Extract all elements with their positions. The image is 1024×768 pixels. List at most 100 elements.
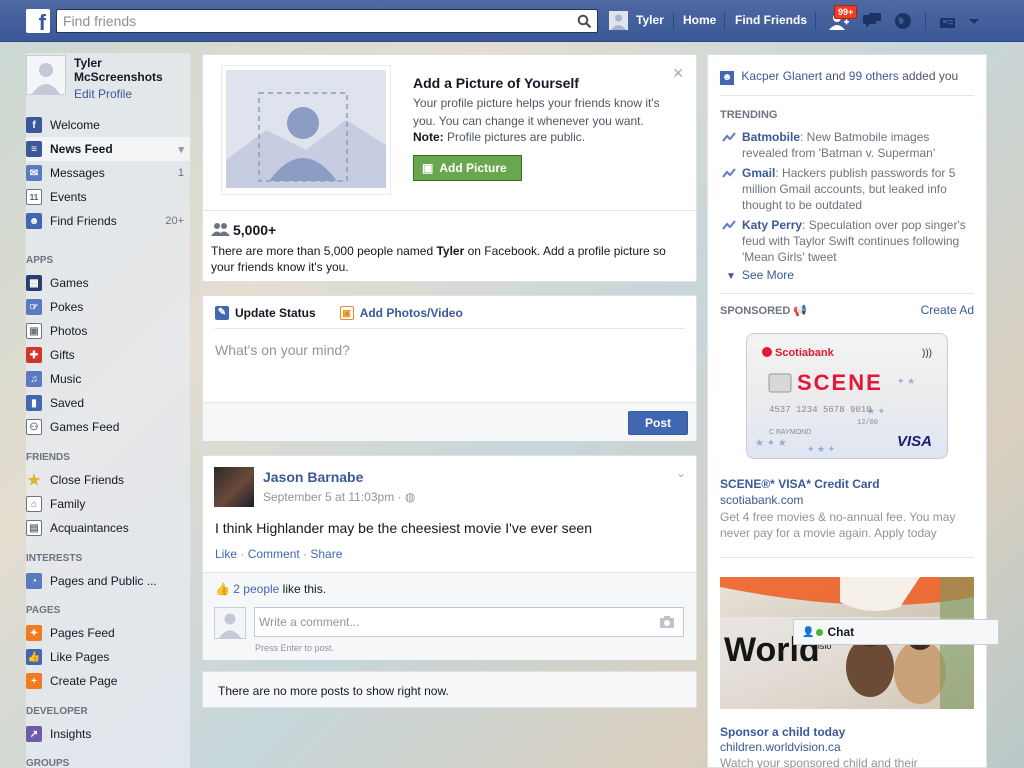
ad-url[interactable]: children.worldvision.ca bbox=[720, 740, 841, 754]
trending-item[interactable]: Gmail: Hackers publish passwords for 5 m… bbox=[720, 165, 976, 213]
divider bbox=[724, 12, 725, 30]
friend-requests-badge: 99+ bbox=[834, 5, 858, 19]
sidebar-item-messages[interactable]: ✉ Messages 1 bbox=[26, 161, 190, 185]
apps-heading[interactable]: APPS bbox=[26, 255, 53, 266]
sidebar-item-photos[interactable]: ▣ Photos bbox=[26, 319, 190, 343]
saved-icon: ▮ bbox=[26, 395, 42, 411]
like-icon: 👍 bbox=[26, 649, 42, 665]
sidebar-item-news-feed[interactable]: ≡ News Feed ▾ bbox=[26, 137, 190, 161]
sidebar-item-label: Games Feed bbox=[50, 420, 120, 434]
sidebar-item-label: Photos bbox=[50, 324, 88, 338]
sidebar-item-create-page[interactable]: + Create Page bbox=[26, 669, 190, 693]
svg-text:12/00: 12/00 bbox=[857, 419, 878, 427]
trending-item[interactable]: Katy Perry: Speculation over pop singer'… bbox=[720, 217, 976, 265]
sidebar-item-welcome[interactable]: f Welcome bbox=[26, 113, 190, 137]
search-icon[interactable] bbox=[577, 14, 592, 29]
interests-nav: ◔ Pages and Public ... bbox=[26, 569, 190, 593]
close-icon[interactable]: ✕ bbox=[672, 65, 684, 82]
like-link[interactable]: Like bbox=[215, 547, 237, 561]
megaphone-icon: 📢 bbox=[793, 305, 808, 317]
edit-profile-link[interactable]: Edit Profile bbox=[74, 87, 132, 101]
sidebar-item-insights[interactable]: ↗ Insights bbox=[26, 722, 190, 746]
post-timestamp[interactable]: September 5 at 11:03pm · ◍ bbox=[263, 490, 415, 504]
chat-label: Chat bbox=[827, 625, 855, 639]
online-status-icon bbox=[816, 628, 824, 636]
sidebar-item-gifts[interactable]: ✚ Gifts bbox=[26, 343, 190, 367]
rss-icon: ◔ bbox=[26, 573, 42, 589]
tab-update-status[interactable]: ✎ Update Status bbox=[215, 306, 316, 320]
profile-picture[interactable] bbox=[26, 55, 66, 95]
post-author[interactable]: Jason Barnabe bbox=[263, 469, 363, 485]
sidebar-item-like-pages[interactable]: 👍 Like Pages bbox=[26, 645, 190, 669]
interests-heading[interactable]: INTERESTS bbox=[26, 553, 82, 564]
ad-title[interactable]: Sponsor a child today bbox=[720, 725, 845, 739]
user-avatar[interactable] bbox=[609, 11, 628, 30]
search-input[interactable] bbox=[57, 10, 557, 32]
messages-icon[interactable] bbox=[861, 11, 883, 31]
composer-footer: Post bbox=[203, 402, 696, 441]
tab-add-photos-video[interactable]: ▣ Add Photos/Video bbox=[339, 306, 463, 320]
messages-icon: ✉ bbox=[26, 165, 42, 181]
chat-tab[interactable]: 👤 Chat bbox=[793, 619, 999, 645]
sidebar-item-games[interactable]: ▦ Games bbox=[26, 271, 190, 295]
find-friends-count: 20+ bbox=[165, 215, 184, 227]
comment-input[interactable] bbox=[255, 608, 645, 636]
likers-link[interactable]: 2 people bbox=[233, 582, 279, 596]
facebook-icon: f bbox=[26, 117, 42, 133]
author-avatar[interactable] bbox=[214, 467, 254, 507]
post-button[interactable]: Post bbox=[628, 411, 688, 435]
home-link[interactable]: Home bbox=[683, 13, 716, 27]
share-link[interactable]: Share bbox=[310, 547, 342, 561]
others-link[interactable]: 99 others bbox=[849, 69, 899, 83]
chevron-down-icon[interactable]: ⌄ bbox=[676, 466, 686, 480]
groups-heading[interactable]: GROUPS bbox=[26, 758, 69, 768]
comment-link[interactable]: Comment bbox=[248, 547, 300, 561]
sidebar-item-pages-public[interactable]: ◔ Pages and Public ... bbox=[26, 569, 190, 593]
feed-post: Jason Barnabe September 5 at 11:03pm · ◍… bbox=[202, 455, 697, 660]
sidebar-item-label: Saved bbox=[50, 396, 85, 410]
photos-icon: ▣ bbox=[26, 323, 42, 339]
account-menu-chevron-icon[interactable] bbox=[966, 11, 982, 31]
music-icon: ♫ bbox=[26, 371, 42, 387]
sidebar-item-family[interactable]: ⌂ Family bbox=[26, 492, 190, 516]
sidebar-item-pokes[interactable]: ☞ Pokes bbox=[26, 295, 190, 319]
sidebar-item-music[interactable]: ♫ Music bbox=[26, 367, 190, 391]
friend-name-link[interactable]: Kacper Glanert bbox=[741, 69, 822, 83]
developer-heading[interactable]: DEVELOPER bbox=[26, 706, 88, 717]
trending-item[interactable]: Batmobile: New Batmobile images revealed… bbox=[720, 129, 976, 161]
create-ad-link[interactable]: Create Ad bbox=[921, 303, 974, 317]
sidebar-item-games-feed[interactable]: ⚇ Games Feed bbox=[26, 415, 190, 439]
profile-name[interactable]: Tyler McScreenshots bbox=[74, 56, 184, 84]
add-picture-title: Add a Picture of Yourself bbox=[413, 75, 579, 91]
sidebar-item-find-friends[interactable]: ☻ Find Friends 20+ bbox=[26, 209, 190, 233]
comment-box bbox=[254, 607, 684, 637]
ad-title[interactable]: SCENE®* VISA* Credit Card bbox=[720, 477, 880, 491]
find-friends-link[interactable]: Find Friends bbox=[735, 13, 807, 27]
facebook-logo[interactable]: f bbox=[26, 9, 50, 33]
divider bbox=[720, 293, 974, 294]
create-page-icon: + bbox=[26, 673, 42, 689]
ad-url[interactable]: scotiabank.com bbox=[720, 493, 803, 507]
add-picture-button[interactable]: ▣ Add Picture bbox=[413, 155, 522, 181]
sidebar-item-close-friends[interactable]: ★ Close Friends bbox=[26, 468, 190, 492]
ad-description: Get 4 free movies & no-annual fee. You m… bbox=[720, 510, 956, 540]
pages-heading[interactable]: PAGES bbox=[26, 605, 60, 616]
status-input[interactable]: What's on your mind? bbox=[215, 342, 350, 358]
chevron-down-icon[interactable]: ▾ bbox=[178, 143, 184, 156]
sidebar-item-pages-feed[interactable]: ✦ Pages Feed bbox=[26, 621, 190, 645]
right-column: ☻ Kacper Glanert and 99 others added you… bbox=[707, 54, 987, 768]
notifications-globe-icon[interactable] bbox=[892, 11, 914, 31]
divider bbox=[925, 12, 926, 30]
sidebar-item-saved[interactable]: ▮ Saved bbox=[26, 391, 190, 415]
camera-icon[interactable] bbox=[659, 615, 675, 629]
sidebar-item-acquaintances[interactable]: ▤ Acquaintances bbox=[26, 516, 190, 540]
sidebar-item-events[interactable]: 11 Events bbox=[26, 185, 190, 209]
profile-link[interactable]: Tyler bbox=[636, 13, 664, 27]
sidebar-item-label: Music bbox=[50, 372, 82, 386]
see-more-link[interactable]: ▼ See More bbox=[726, 268, 794, 282]
scotiabank-ad-image[interactable]: Scotiabank ))) SCENE 4537 1234 5678 9010… bbox=[746, 333, 948, 459]
privacy-shortcuts-icon[interactable] bbox=[938, 11, 960, 31]
left-sidebar: Tyler McScreenshots Edit Profile f Welco… bbox=[26, 53, 190, 768]
friends-heading[interactable]: FRIENDS bbox=[26, 452, 70, 463]
divider bbox=[673, 12, 674, 30]
